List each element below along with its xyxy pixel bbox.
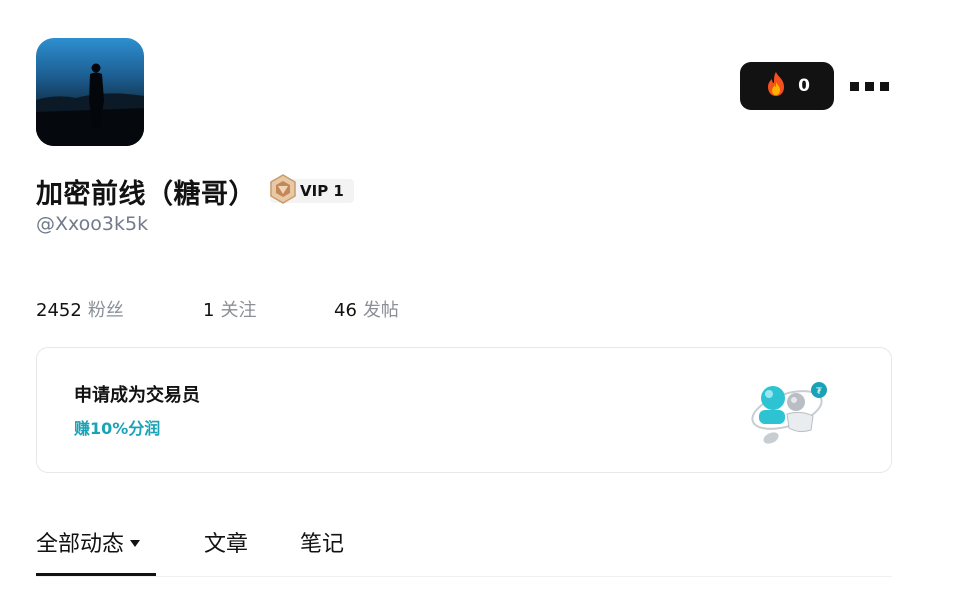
more-options-button[interactable] bbox=[850, 78, 890, 94]
profile-name: 加密前线（糖哥） bbox=[36, 178, 256, 210]
profile-handle: @Xxoo3k5k bbox=[36, 213, 149, 235]
tab-articles[interactable]: 文章 bbox=[204, 526, 248, 558]
trader-card-subtitle: 赚10%分润 bbox=[74, 419, 161, 438]
name-row: 加密前线（糖哥） VIP 1 bbox=[36, 170, 354, 212]
vip-label: VIP 1 bbox=[300, 182, 344, 200]
fire-icon bbox=[764, 71, 788, 101]
profile-stats: 2452 粉丝 1 关注 46 发帖 bbox=[36, 296, 399, 322]
svg-text:₮: ₮ bbox=[816, 387, 822, 397]
tab-all-activity-label: 全部动态 bbox=[36, 532, 125, 557]
trader-card-title: 申请成为交易员 bbox=[74, 385, 200, 406]
following-count: 1 bbox=[203, 300, 215, 321]
profile-page: 0 加密前线（糖哥） VIP 1 @Xxoo3k5k 2452 粉丝 1 关注 … bbox=[0, 0, 963, 603]
followers-count: 2452 bbox=[36, 300, 82, 321]
tab-notes[interactable]: 笔记 bbox=[300, 526, 344, 558]
content-tabs: 全部动态 文章 笔记 bbox=[36, 520, 892, 577]
vip-badge-icon bbox=[268, 174, 298, 208]
more-icon bbox=[850, 81, 889, 91]
become-trader-card[interactable]: 申请成为交易员 赚10%分润 ₮ bbox=[36, 347, 892, 473]
fire-count: 0 bbox=[798, 76, 810, 96]
followers-label: 粉丝 bbox=[87, 300, 124, 321]
stat-followers[interactable]: 2452 粉丝 bbox=[36, 296, 203, 322]
tab-all-activity[interactable]: 全部动态 bbox=[36, 526, 141, 558]
stat-following[interactable]: 1 关注 bbox=[203, 296, 334, 322]
posts-count: 46 bbox=[334, 300, 357, 321]
stat-posts[interactable]: 46 发帖 bbox=[334, 296, 399, 322]
active-tab-indicator bbox=[36, 573, 156, 576]
posts-label: 发帖 bbox=[362, 300, 399, 321]
vip-badge[interactable]: VIP 1 bbox=[270, 174, 354, 204]
caret-down-icon bbox=[130, 539, 141, 547]
fire-button[interactable]: 0 bbox=[740, 62, 834, 110]
following-label: 关注 bbox=[220, 300, 257, 321]
trader-illustration-icon: ₮ bbox=[743, 376, 833, 452]
avatar[interactable] bbox=[36, 38, 144, 146]
